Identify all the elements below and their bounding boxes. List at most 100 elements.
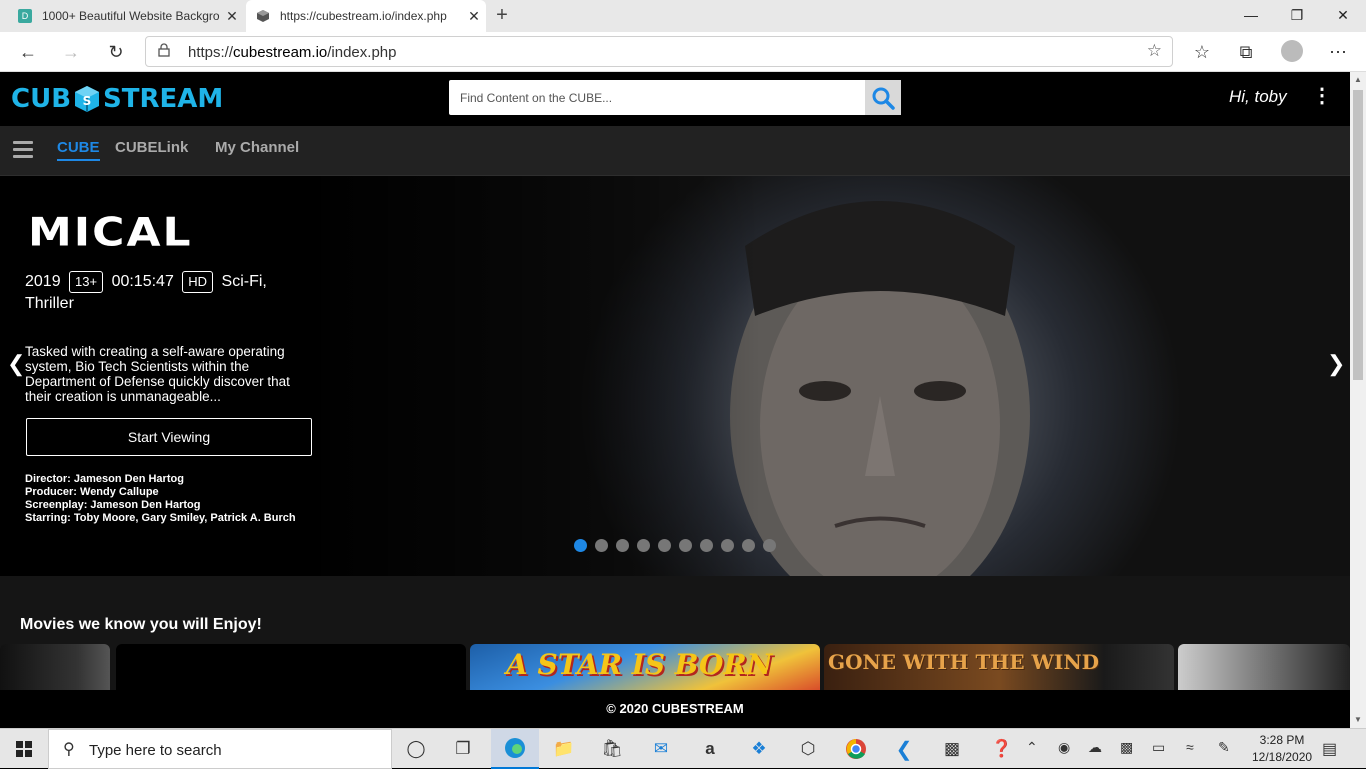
more-options-icon[interactable]: ⋯ [1322, 36, 1354, 68]
carousel-dot[interactable] [637, 539, 650, 552]
url-path: /index.php [327, 44, 397, 61]
taskbar-search[interactable]: ⚲ Type here to search [48, 729, 392, 769]
nav-tab-my-channel[interactable]: My Channel [215, 139, 299, 156]
address-bar[interactable]: https://cubestream.io/index.php ☆ [145, 36, 1173, 67]
cube-logo-icon: S [75, 86, 100, 112]
start-viewing-button[interactable]: Start Viewing [26, 418, 312, 456]
copyright-text: © 2020 CUBESTREAM [606, 701, 744, 716]
credit-director: Director: Jameson Den Hartog [25, 473, 184, 485]
carousel-dot[interactable] [616, 539, 629, 552]
page-scrollbar[interactable]: ▲ ▼ [1350, 72, 1366, 728]
card-poster-title: GONE WITH THE WIND [828, 650, 1099, 674]
collections-icon[interactable]: ⧉ [1230, 36, 1262, 68]
forward-arrow-icon[interactable]: → [55, 36, 87, 68]
search-input[interactable] [449, 80, 865, 115]
card-poster-title: A STAR IS BORN [506, 648, 773, 681]
clock-time: 3:28 PM [1259, 733, 1305, 747]
onedrive-icon[interactable]: ☁ [1088, 739, 1102, 756]
cubestream-logo[interactable]: CUB S STREAM [11, 82, 223, 116]
taskbar-search-placeholder: Type here to search [89, 742, 222, 759]
terminal-icon[interactable]: ▩ [936, 733, 968, 765]
window-close-icon[interactable]: ✕ [1320, 0, 1366, 32]
cortana-icon[interactable]: ◯ [400, 733, 432, 765]
carousel-next-arrow-icon[interactable]: ❯ [1327, 351, 1345, 377]
minimize-icon[interactable]: — [1228, 0, 1274, 32]
carousel-dot[interactable] [700, 539, 713, 552]
favorite-star-icon[interactable]: ☆ [1147, 41, 1162, 61]
movie-credits: Director: Jameson Den Hartog Producer: W… [25, 473, 305, 525]
movie-card-gone-with-the-wind[interactable]: GONE WITH THE WIND [824, 644, 1174, 690]
start-button[interactable] [0, 729, 48, 769]
carousel-prev-arrow-icon[interactable]: ❮ [7, 351, 25, 377]
tray-chevron-icon[interactable]: ⌃ [1026, 739, 1038, 756]
favorites-list-icon[interactable]: ☆ [1186, 36, 1218, 68]
carousel-dot[interactable] [658, 539, 671, 552]
search-icon: ⚲ [63, 741, 75, 758]
task-view-icon[interactable]: ❐ [447, 733, 479, 765]
browser-tab-cubestream[interactable]: https://cubestream.io/index.php ✕ [246, 0, 486, 32]
windows-taskbar: ⚲ Type here to search ◯ ❐ 📁 🛍 ✉ a ❖ ⬡ ❮ … [0, 728, 1366, 769]
hamburger-menu-icon[interactable] [13, 141, 33, 159]
chrome-icon[interactable] [840, 733, 872, 765]
refresh-icon[interactable]: ↻ [100, 36, 132, 68]
scrollbar-thumb[interactable] [1353, 90, 1363, 380]
nav-tab-cube[interactable]: CUBE [57, 139, 100, 161]
store-icon[interactable]: 🛍 [596, 733, 628, 765]
movie-meta: 2019 13+ 00:15:47 HD Sci-Fi, Thriller [25, 271, 315, 315]
movie-description: Tasked with creating a self-aware operat… [25, 344, 290, 404]
search-button[interactable] [865, 80, 901, 115]
openvpn-icon[interactable]: ⬡ [792, 733, 824, 765]
carousel-dot[interactable] [721, 539, 734, 552]
restore-icon[interactable]: ❐ [1274, 0, 1320, 32]
address-url: https://cubestream.io/index.php [188, 44, 396, 61]
content-search [449, 80, 901, 115]
carousel-dot[interactable] [679, 539, 692, 552]
wifi-icon[interactable]: ≈ [1186, 739, 1194, 755]
new-tab-button[interactable]: + [490, 4, 514, 28]
battery-icon[interactable]: ▭ [1152, 739, 1165, 756]
lock-icon [158, 43, 170, 60]
help-icon[interactable]: ❓ [986, 733, 1018, 765]
amazon-icon[interactable]: a [694, 733, 726, 765]
tab-close-icon[interactable]: ✕ [220, 8, 244, 25]
hero-carousel: MICAL 2019 13+ 00:15:47 HD Sci-Fi, Thril… [0, 176, 1350, 576]
system-clock[interactable]: 3:28 PM 12/18/2020 [1252, 732, 1312, 766]
search-icon [872, 87, 895, 110]
kebab-menu-icon[interactable]: ⋮ [1312, 86, 1332, 108]
movie-card[interactable] [0, 644, 110, 690]
file-explorer-icon[interactable]: 📁 [548, 733, 580, 765]
quality-badge: HD [182, 271, 214, 293]
tab-title: https://cubestream.io/index.php [280, 9, 447, 23]
browser-tab-backgrounds[interactable]: D 1000+ Beautiful Website Backgro ✕ [8, 0, 244, 32]
pen-icon[interactable]: ✎ [1218, 739, 1230, 756]
tab-close-icon[interactable]: ✕ [462, 8, 486, 25]
dropbox-icon[interactable]: ❖ [743, 733, 775, 765]
notification-icon[interactable]: ▤ [1322, 739, 1337, 759]
svg-text:S: S [83, 94, 92, 108]
movie-year: 2019 [25, 273, 61, 290]
profile-avatar[interactable] [1281, 40, 1303, 62]
carousel-dot[interactable] [595, 539, 608, 552]
movie-runtime: 00:15:47 [111, 273, 174, 290]
user-greeting[interactable]: Hi, toby [1229, 87, 1287, 107]
nav-tab-cubelink[interactable]: CUBELink [115, 139, 188, 156]
carousel-dot[interactable] [574, 539, 587, 552]
carousel-dot[interactable] [763, 539, 776, 552]
mail-icon[interactable]: ✉ [645, 733, 677, 765]
edge-browser-icon[interactable] [491, 729, 539, 769]
movie-card-a-star-is-born[interactable]: A STAR IS BORN [470, 644, 820, 690]
credit-producer: Producer: Wendy Callupe [25, 486, 159, 498]
rating-badge: 13+ [69, 271, 104, 293]
movie-card[interactable] [1178, 644, 1350, 690]
site-nav: CUBE CUBELink My Channel [0, 126, 1350, 176]
security-icon[interactable]: ▩ [1120, 739, 1133, 756]
movie-card[interactable] [116, 644, 466, 690]
scroll-down-icon[interactable]: ▼ [1350, 712, 1366, 728]
meet-now-icon[interactable]: ◉ [1058, 739, 1070, 756]
vscode-icon[interactable]: ❮ [888, 733, 920, 765]
section-title: Movies we know you will Enjoy! [20, 616, 262, 633]
site-favicon-icon: D [18, 9, 32, 23]
back-arrow-icon[interactable]: ← [12, 36, 44, 68]
carousel-dot[interactable] [742, 539, 755, 552]
scroll-up-icon[interactable]: ▲ [1350, 72, 1366, 88]
